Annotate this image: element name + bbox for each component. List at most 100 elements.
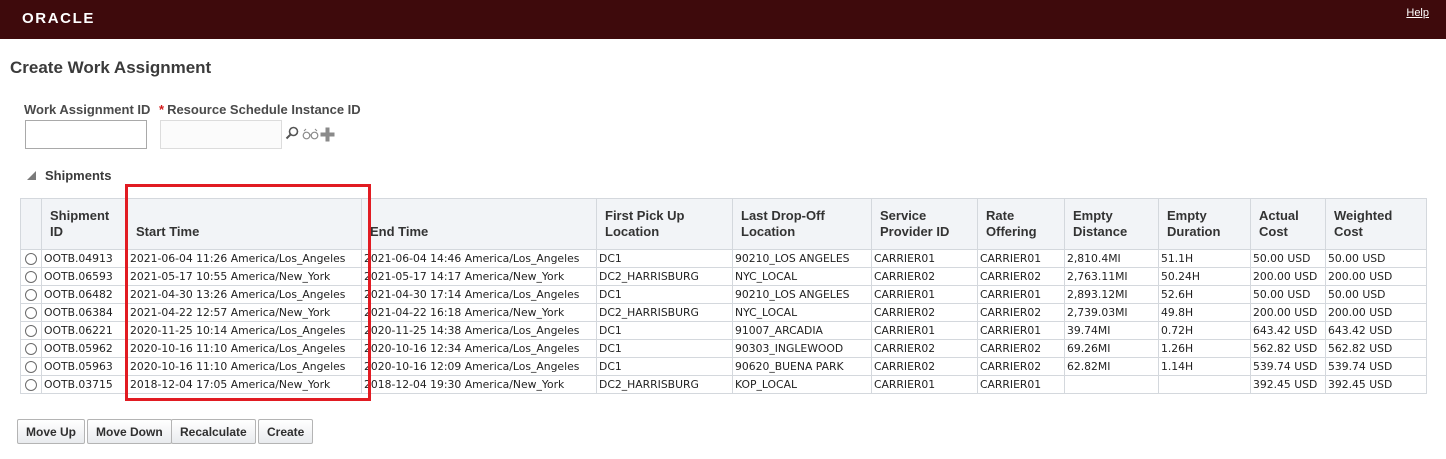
table-header-row: Shipment ID Start Time End Time First Pi… (20, 198, 1427, 250)
help-link[interactable]: Help (1406, 7, 1429, 19)
table-cell: 2021-06-04 11:26 America/Los_Angeles (127, 249, 362, 268)
work-assignment-id-input[interactable] (25, 120, 147, 149)
table-row[interactable]: OOTB.06221 2020-11-25 10:14 America/Los_A… (20, 321, 1427, 340)
row-radio-button[interactable] (25, 253, 37, 265)
row-radio-button[interactable] (25, 307, 37, 319)
table-cell: 90303_INGLEWOOD (732, 339, 872, 358)
table-cell: OOTB.06593 (41, 267, 128, 286)
table-cell: 562.82 USD (1250, 339, 1326, 358)
resource-schedule-instance-id-input[interactable] (160, 120, 282, 149)
table-row[interactable]: OOTB.05963 2020-10-16 11:10 America/Los_A… (20, 357, 1427, 376)
table-row[interactable]: OOTB.03715 2018-12-04 17:05 America/New_Y… (20, 375, 1427, 394)
table-cell: 2020-11-25 10:14 America/Los_Angeles (127, 321, 362, 340)
table-row[interactable]: OOTB.05962 2020-10-16 11:10 America/Los_A… (20, 339, 1427, 358)
row-select-cell[interactable] (20, 249, 42, 268)
table-row[interactable]: OOTB.06482 2021-04-30 13:26 America/Los_A… (20, 285, 1427, 304)
table-cell: 392.45 USD (1250, 375, 1326, 394)
glasses-icon[interactable] (302, 128, 319, 143)
table-cell: CARRIER01 (871, 249, 978, 268)
table-cell: 2020-10-16 11:10 America/Los_Angeles (127, 357, 362, 376)
column-header[interactable]: Empty Duration (1158, 198, 1251, 250)
table-cell: CARRIER01 (977, 285, 1065, 304)
collapse-triangle-icon[interactable] (27, 171, 36, 180)
resource-schedule-instance-id-label: * Resource Schedule Instance ID (159, 102, 361, 117)
table-cell: 2020-11-25 14:38 America/Los_Angeles (361, 321, 597, 340)
row-select-cell[interactable] (20, 285, 42, 304)
table-cell: 90620_BUENA PARK (732, 357, 872, 376)
row-radio-button[interactable] (25, 289, 37, 301)
plus-icon[interactable] (320, 127, 335, 145)
create-button[interactable]: Create (258, 419, 314, 444)
table-cell: NYC_LOCAL (732, 303, 872, 322)
column-header[interactable]: Rate Offering (977, 198, 1065, 250)
row-select-cell[interactable] (20, 375, 42, 394)
column-header[interactable]: Start Time (127, 198, 362, 250)
select-column-header (20, 198, 42, 250)
row-radio-button[interactable] (25, 361, 37, 373)
table-cell: 49.8H (1158, 303, 1251, 322)
table-cell: CARRIER01 (871, 375, 978, 394)
shipments-section-header[interactable]: Shipments (27, 168, 111, 183)
table-cell: 2021-04-22 16:18 America/New_York (361, 303, 597, 322)
table-cell: CARRIER02 (871, 339, 978, 358)
column-header[interactable]: Last Drop-Off Location (732, 198, 872, 250)
shipments-table: Shipment ID Start Time End Time First Pi… (20, 198, 1427, 394)
table-cell: CARRIER02 (871, 267, 978, 286)
table-cell (1158, 375, 1251, 394)
table-cell: 2021-04-22 12:57 America/New_York (127, 303, 362, 322)
table-cell: OOTB.05963 (41, 357, 128, 376)
table-cell: 50.00 USD (1325, 249, 1427, 268)
table-cell: OOTB.04913 (41, 249, 128, 268)
table-cell: 200.00 USD (1250, 267, 1326, 286)
table-cell: OOTB.03715 (41, 375, 128, 394)
row-select-cell[interactable] (20, 357, 42, 376)
search-icon[interactable] (285, 126, 299, 143)
table-cell: OOTB.05962 (41, 339, 128, 358)
column-header[interactable]: Weighted Cost (1325, 198, 1427, 250)
table-cell (1064, 375, 1159, 394)
table-cell: 539.74 USD (1250, 357, 1326, 376)
table-cell: 200.00 USD (1250, 303, 1326, 322)
move-down-button[interactable]: Move Down (87, 419, 172, 444)
row-radio-button[interactable] (25, 343, 37, 355)
work-assignment-id-label-text: Work Assignment ID (24, 102, 151, 117)
oracle-logo: ORACLE (22, 10, 95, 27)
table-cell: 562.82 USD (1325, 339, 1427, 358)
table-cell: CARRIER01 (871, 285, 978, 304)
table-row[interactable]: OOTB.04913 2021-06-04 11:26 America/Los_A… (20, 249, 1427, 268)
table-cell: 2020-10-16 12:34 America/Los_Angeles (361, 339, 597, 358)
table-cell: 2021-04-30 13:26 America/Los_Angeles (127, 285, 362, 304)
table-cell: 52.6H (1158, 285, 1251, 304)
page-title: Create Work Assignment (10, 58, 212, 77)
table-cell: 1.14H (1158, 357, 1251, 376)
column-header[interactable]: Empty Distance (1064, 198, 1159, 250)
table-cell: 2,810.4MI (1064, 249, 1159, 268)
table-cell: 2,763.11MI (1064, 267, 1159, 286)
table-cell: 51.1H (1158, 249, 1251, 268)
table-cell: 50.00 USD (1325, 285, 1427, 304)
row-select-cell[interactable] (20, 321, 42, 340)
table-cell: 1.26H (1158, 339, 1251, 358)
table-cell: CARRIER01 (977, 375, 1065, 394)
table-cell: 69.26MI (1064, 339, 1159, 358)
table-cell: 2020-10-16 12:09 America/Los_Angeles (361, 357, 597, 376)
table-cell: 2018-12-04 17:05 America/New_York (127, 375, 362, 394)
recalculate-button[interactable]: Recalculate (171, 419, 256, 444)
table-cell: OOTB.06221 (41, 321, 128, 340)
column-header[interactable]: End Time (361, 198, 597, 250)
table-cell: 2021-05-17 10:55 America/New_York (127, 267, 362, 286)
column-header[interactable]: First Pick Up Location (596, 198, 733, 250)
table-row[interactable]: OOTB.06384 2021-04-22 12:57 America/New_Y… (20, 303, 1427, 322)
move-up-button[interactable]: Move Up (17, 419, 86, 444)
table-row[interactable]: OOTB.06593 2021-05-17 10:55 America/New_Y… (20, 267, 1427, 286)
column-header[interactable]: Shipment ID (41, 198, 128, 250)
resource-schedule-instance-id-label-text: Resource Schedule Instance ID (167, 102, 361, 117)
row-select-cell[interactable] (20, 339, 42, 358)
column-header[interactable]: Service Provider ID (871, 198, 978, 250)
row-radio-button[interactable] (25, 271, 37, 283)
row-select-cell[interactable] (20, 267, 42, 286)
row-radio-button[interactable] (25, 325, 37, 337)
row-radio-button[interactable] (25, 379, 37, 391)
column-header[interactable]: Actual Cost (1250, 198, 1326, 250)
row-select-cell[interactable] (20, 303, 42, 322)
